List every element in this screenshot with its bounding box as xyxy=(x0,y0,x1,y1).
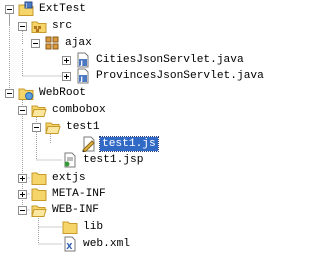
tree-item-src[interactable]: src xyxy=(18,17,74,35)
tree-item-label: ProvincesJsonServlet.java xyxy=(96,70,264,82)
folder-icon xyxy=(31,172,47,185)
source-folder-icon xyxy=(31,21,47,33)
tree-item-combobox[interactable]: combobox xyxy=(18,101,108,119)
expand-toggle[interactable] xyxy=(18,189,27,199)
tree-item-label: test1.jsp xyxy=(83,154,144,166)
tree-item-label: extjs xyxy=(52,172,86,184)
web-folder-icon xyxy=(18,88,34,100)
collapse-toggle[interactable] xyxy=(18,105,27,115)
collapse-toggle[interactable] xyxy=(5,88,14,98)
tree-item-label: combobox xyxy=(52,104,106,116)
tree-item-label: ExtTest xyxy=(39,3,86,15)
java-file-icon: J xyxy=(77,52,89,68)
tree-item-label: WebRoot xyxy=(39,87,86,99)
collapse-toggle[interactable] xyxy=(32,122,41,132)
package-icon xyxy=(45,36,59,50)
tree-item-label-selected: test1.js xyxy=(99,136,159,152)
tree-item-exttest[interactable]: J ExtTest xyxy=(5,0,88,18)
collapse-toggle[interactable] xyxy=(18,205,27,215)
tree-item-label: WEB-INF xyxy=(52,204,99,216)
tree-item-ajax[interactable]: ajax xyxy=(31,34,94,52)
js-file-icon xyxy=(82,136,95,152)
tree-item-label: CitiesJsonServlet.java xyxy=(96,54,244,66)
tree-item-lib[interactable]: lib xyxy=(62,218,105,236)
tree-item-label: lib xyxy=(83,221,104,233)
tree-item-test1-jsp[interactable]: test1.jsp xyxy=(62,151,145,169)
tree-item-label: src xyxy=(52,20,73,32)
expand-toggle[interactable] xyxy=(62,71,71,81)
tree-item-test1-folder[interactable]: test1 xyxy=(32,118,102,136)
svg-text:J: J xyxy=(80,75,83,83)
folder-icon xyxy=(31,188,47,201)
tree-item-web-inf[interactable]: WEB-INF xyxy=(18,201,101,219)
folder-icon xyxy=(62,221,78,234)
svg-text:J: J xyxy=(80,59,83,67)
project-icon: J xyxy=(18,1,34,16)
tree-item-provinces-servlet[interactable]: J ProvincesJsonServlet.java xyxy=(62,67,266,85)
java-file-icon: J xyxy=(77,68,89,84)
folder-open-icon xyxy=(31,205,47,217)
tree-item-label: web.xml xyxy=(83,238,130,250)
svg-text:J: J xyxy=(25,3,27,9)
expand-toggle[interactable] xyxy=(62,55,71,65)
tree-item-web-xml[interactable]: X web.xml xyxy=(62,235,132,253)
jsp-file-icon xyxy=(64,152,76,168)
collapse-toggle[interactable] xyxy=(31,38,40,48)
tree-item-label: ajax xyxy=(65,37,92,49)
folder-open-icon xyxy=(45,122,61,134)
expand-toggle[interactable] xyxy=(18,173,27,183)
project-explorer-tree: J ExtTest src ajax J CitiesJsonServlet.j… xyxy=(0,0,264,254)
collapse-toggle[interactable] xyxy=(5,4,14,14)
tree-item-label: test1 xyxy=(66,121,100,133)
folder-open-icon xyxy=(31,105,47,117)
collapse-toggle[interactable] xyxy=(18,21,27,31)
tree-item-webroot[interactable]: WebRoot xyxy=(5,84,88,102)
tree-item-label: META-INF xyxy=(52,188,106,200)
svg-text:X: X xyxy=(66,242,73,251)
xml-file-icon: X xyxy=(64,236,76,252)
